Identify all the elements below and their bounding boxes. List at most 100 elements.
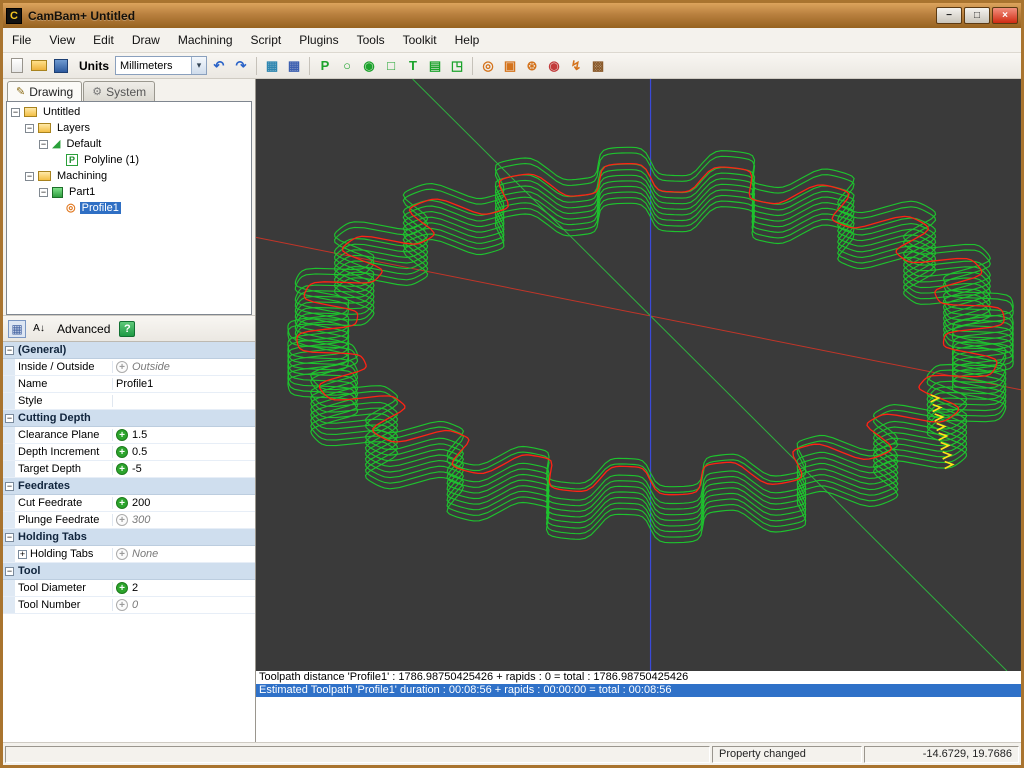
mop3d-icon[interactable]: ▩: [588, 56, 608, 76]
property-name-label: Plunge Feedrate: [18, 514, 99, 526]
property-category[interactable]: −(General): [3, 342, 255, 359]
menu-edit[interactable]: Edit: [84, 29, 123, 51]
value-set-icon[interactable]: +: [116, 497, 128, 509]
property-value[interactable]: +2: [113, 582, 255, 594]
property-name-label: Target Depth: [18, 463, 81, 475]
tree-expander-icon[interactable]: −: [25, 124, 34, 133]
tree-item-polyline-1-[interactable]: PPolyline (1): [7, 152, 251, 168]
value-set-icon[interactable]: +: [116, 582, 128, 594]
property-row-name: NameProfile1: [3, 376, 255, 393]
tab-system[interactable]: ⚙ System: [83, 81, 155, 101]
property-value[interactable]: + -5: [113, 463, 255, 475]
property-category[interactable]: −Cutting Depth: [3, 410, 255, 427]
category-collapse-icon[interactable]: −: [5, 346, 14, 355]
property-name: Target Depth: [15, 463, 113, 475]
value-inherited-icon[interactable]: +: [116, 548, 128, 560]
viewport-canvas[interactable]: [256, 79, 1021, 671]
property-name-label: Style: [18, 395, 42, 407]
property-category[interactable]: −Tool: [3, 563, 255, 580]
menu-view[interactable]: View: [40, 29, 84, 51]
property-name: Tool Number: [15, 599, 113, 611]
category-collapse-icon[interactable]: −: [5, 482, 14, 491]
property-name-label: Cut Feedrate: [18, 497, 82, 509]
value-inherited-icon[interactable]: +: [116, 599, 128, 611]
profile-mop-icon[interactable]: ◎: [478, 56, 498, 76]
draw-text-icon[interactable]: T: [403, 56, 423, 76]
drill-mop-icon[interactable]: ◉: [544, 56, 564, 76]
property-gutter: [3, 546, 15, 562]
property-value[interactable]: Profile1: [113, 378, 255, 390]
menu-help[interactable]: Help: [446, 29, 489, 51]
property-gutter: [3, 359, 15, 375]
property-category[interactable]: −Holding Tabs: [3, 529, 255, 546]
property-value[interactable]: +Outside: [113, 361, 255, 373]
category-collapse-icon[interactable]: −: [5, 533, 14, 542]
script-mop-icon[interactable]: ↯: [566, 56, 586, 76]
draw-surface-icon[interactable]: ◳: [447, 56, 467, 76]
advanced-button[interactable]: Advanced: [52, 321, 115, 337]
property-value[interactable]: +300: [113, 514, 255, 526]
main-area: ✎ Drawing ⚙ System −Untitled−Layers−◢Def…: [3, 79, 1021, 742]
tree-item-part1[interactable]: −Part1: [7, 184, 251, 200]
value-inherited-icon[interactable]: +: [116, 514, 128, 526]
menu-toolkit[interactable]: Toolkit: [394, 29, 446, 51]
show-grid-icon[interactable]: ▦: [284, 56, 304, 76]
draw-polyline-icon[interactable]: ▤: [425, 56, 445, 76]
tree-item-layers[interactable]: −Layers: [7, 120, 251, 136]
units-combobox[interactable]: Millimeters ▾: [115, 56, 207, 75]
menu-tools[interactable]: Tools: [348, 29, 394, 51]
help-button[interactable]: ?: [119, 321, 135, 337]
property-value[interactable]: +1.5: [113, 429, 255, 441]
new-file-icon[interactable]: [7, 56, 27, 76]
menu-plugins[interactable]: Plugins: [290, 29, 347, 51]
tree-expander-icon[interactable]: −: [11, 108, 20, 117]
draw-circle-icon[interactable]: ○: [337, 56, 357, 76]
draw-sphere-icon[interactable]: ◉: [359, 56, 379, 76]
status-bar: Property changed -14.6729, 19.7686: [3, 742, 1021, 765]
menu-machining[interactable]: Machining: [169, 29, 242, 51]
property-value[interactable]: +0: [113, 599, 255, 611]
menu-script[interactable]: Script: [242, 29, 291, 51]
property-value-text: Profile1: [116, 378, 153, 390]
close-button[interactable]: ×: [992, 7, 1018, 24]
right-panel: Toolpath distance 'Profile1' : 1786.9875…: [255, 79, 1021, 742]
draw-point-icon[interactable]: P: [315, 56, 335, 76]
categorize-icon[interactable]: ▦: [8, 320, 26, 338]
category-collapse-icon[interactable]: −: [5, 567, 14, 576]
property-category[interactable]: −Feedrates: [3, 478, 255, 495]
property-value-text: -5: [132, 463, 142, 475]
menu-file[interactable]: File: [3, 29, 40, 51]
draw-rect-icon[interactable]: □: [381, 56, 401, 76]
tree-expander-icon[interactable]: −: [25, 172, 34, 181]
minimize-button[interactable]: −: [936, 7, 962, 24]
value-set-icon[interactable]: +: [116, 463, 128, 475]
snap-grid-icon[interactable]: ▦: [262, 56, 282, 76]
tab-drawing[interactable]: ✎ Drawing: [7, 81, 82, 101]
tree-expander-icon[interactable]: −: [39, 140, 48, 149]
title-bar[interactable]: C CamBam+ Untitled − □ ×: [3, 3, 1021, 28]
tree-expander-icon[interactable]: −: [39, 188, 48, 197]
open-file-icon[interactable]: [29, 56, 49, 76]
property-value[interactable]: +0.5: [113, 446, 255, 458]
property-expand-icon[interactable]: +: [18, 550, 27, 559]
save-file-icon[interactable]: [51, 56, 71, 76]
tree-item-profile1[interactable]: ◎Profile1: [7, 200, 251, 216]
redo-icon[interactable]: ↷: [231, 56, 251, 76]
tree-item-untitled[interactable]: −Untitled: [7, 104, 251, 120]
property-value[interactable]: +200: [113, 497, 255, 509]
engrave-mop-icon[interactable]: ⊛: [522, 56, 542, 76]
viewport[interactable]: [256, 79, 1021, 671]
menu-draw[interactable]: Draw: [123, 29, 169, 51]
pocket-mop-icon[interactable]: ▣: [500, 56, 520, 76]
property-value[interactable]: +None: [113, 548, 255, 560]
chevron-down-icon[interactable]: ▾: [191, 57, 206, 74]
tree-item-default[interactable]: −◢Default: [7, 136, 251, 152]
value-inherited-icon[interactable]: +: [116, 361, 128, 373]
value-set-icon[interactable]: +: [116, 446, 128, 458]
sort-az-icon[interactable]: A↓: [30, 320, 48, 338]
maximize-button[interactable]: □: [964, 7, 990, 24]
value-set-icon[interactable]: +: [116, 429, 128, 441]
undo-icon[interactable]: ↶: [209, 56, 229, 76]
tree-item-machining[interactable]: −Machining: [7, 168, 251, 184]
category-collapse-icon[interactable]: −: [5, 414, 14, 423]
